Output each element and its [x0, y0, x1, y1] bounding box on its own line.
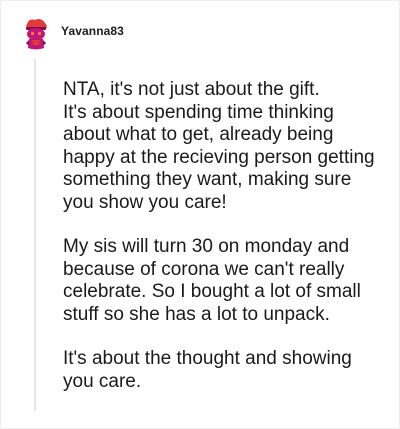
avatar[interactable] [21, 18, 51, 52]
comment-header: Yavanna83 [21, 18, 124, 52]
comment-paragraph: It's about the thought and showing you c… [63, 348, 352, 392]
comment-card: Yavanna83 NTA, it's not just about the g… [0, 0, 400, 429]
comment-paragraph: NTA, it's not just about the gift. It's … [63, 79, 375, 213]
thread-line[interactable] [34, 59, 36, 411]
reddit-snoo-avatar-icon [26, 19, 47, 50]
comment-author-username[interactable]: Yavanna83 [61, 24, 124, 38]
comment-body: NTA, it's not just about the gift. It's … [63, 79, 381, 415]
comment-paragraph: My sis will turn 30 on monday and becaus… [63, 236, 361, 325]
